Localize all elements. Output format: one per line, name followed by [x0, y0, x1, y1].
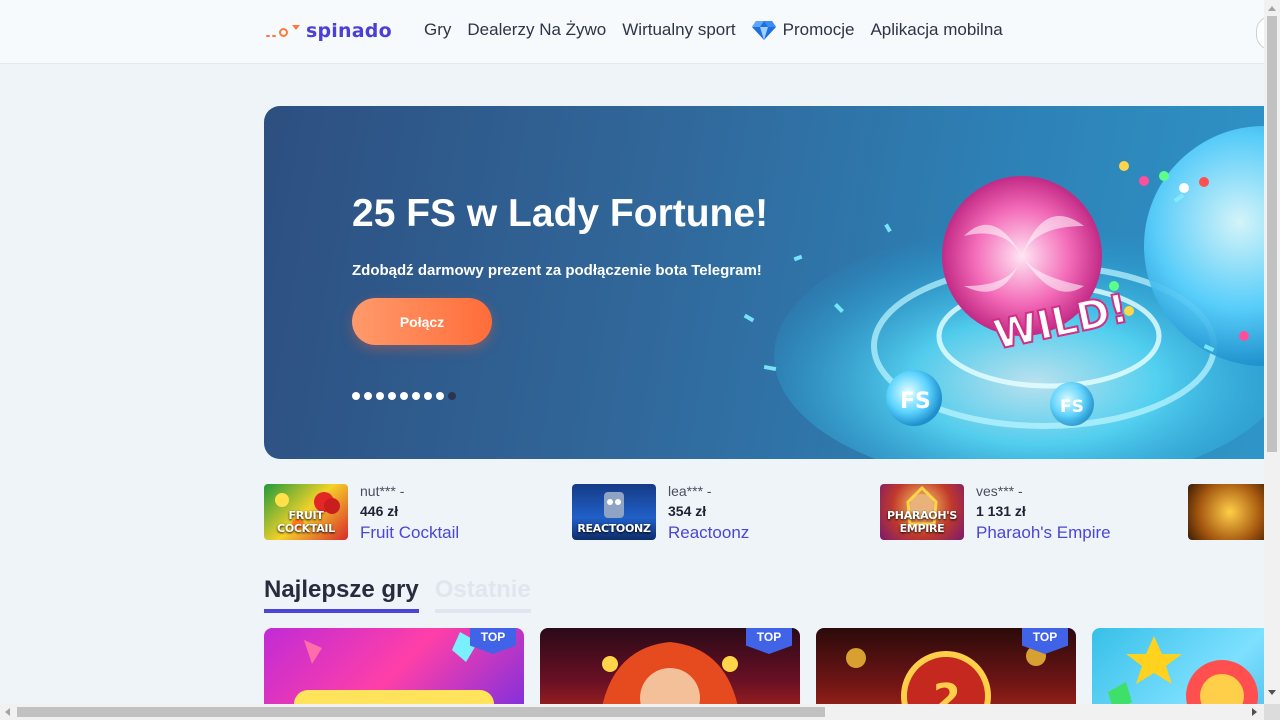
site-header: spinado Gry Dealerzy Na Żywo Wirtualny s…: [0, 0, 1280, 64]
main-nav: Gry Dealerzy Na Żywo Wirtualny sport Pro…: [424, 20, 1019, 40]
carousel-dot[interactable]: [424, 392, 432, 400]
carousel-dot[interactable]: [352, 392, 360, 400]
tab-recent[interactable]: Ostatnie: [434, 576, 531, 613]
tab-best-games[interactable]: Najlepsze gry: [264, 576, 419, 613]
winner-item[interactable]: PHARAOH'S EMPIRE ves*** - 1 131 zł Phara…: [880, 484, 1111, 541]
thumbnail-title: FRUIT COCKTAIL: [277, 509, 335, 535]
game-thumbnail[interactable]: [1188, 484, 1264, 540]
diamond-icon: [751, 21, 776, 40]
vertical-scroll-thumb[interactable]: [1267, 16, 1277, 452]
carousel-dot[interactable]: [364, 392, 372, 400]
logo-mark-icon: [264, 18, 300, 44]
nav-item-live-dealers[interactable]: Dealerzy Na Żywo: [467, 20, 606, 40]
nav-item-virtual-sport[interactable]: Wirtualny sport: [622, 20, 735, 40]
nav-item-games[interactable]: Gry: [424, 20, 451, 40]
scrollbar-corner: [1264, 704, 1280, 720]
fs-bubble-1: FS: [900, 389, 931, 414]
thumbnail-title: PHARAOH'S EMPIRE: [887, 509, 957, 535]
connect-button[interactable]: Połącz: [352, 298, 492, 345]
banner-title: 25 FS w Lady Fortune!: [352, 192, 769, 235]
carousel-dot-active[interactable]: [448, 392, 456, 400]
carousel-dot[interactable]: [400, 392, 408, 400]
games-tabs: Najlepsze gry Ostatnie: [264, 576, 531, 613]
carousel-dot[interactable]: [388, 392, 396, 400]
game-thumbnail[interactable]: REACTOONZ: [572, 484, 656, 540]
scroll-right-icon[interactable]: [1252, 708, 1257, 716]
nav-item-promotions[interactable]: Promocje: [751, 20, 855, 40]
winner-amount: 1 131 zł: [976, 503, 1026, 519]
horizontal-scrollbar[interactable]: [0, 704, 1264, 720]
game-thumbnail[interactable]: PHARAOH'S EMPIRE: [880, 484, 964, 540]
recent-winners: FRUIT COCKTAIL nut*** - 446 zł Fruit Coc…: [264, 484, 1264, 542]
winner-item[interactable]: REACTOONZ lea*** - 354 zł Reactoonz: [572, 484, 749, 541]
logo[interactable]: spinado: [264, 18, 392, 44]
game-card[interactable]: [1092, 628, 1264, 704]
game-card[interactable]: TOP: [540, 628, 800, 704]
logo-text: spinado: [306, 20, 392, 42]
thumbnail-title: REACTOONZ: [577, 522, 651, 535]
promo-banner[interactable]: WILD! FS FS 25 FS w Lady Fortune! Zdobąd…: [264, 106, 1264, 459]
scroll-left-icon[interactable]: [5, 708, 10, 716]
scroll-down-icon[interactable]: [1268, 690, 1276, 695]
fs-bubble-2: FS: [1060, 397, 1084, 417]
game-card[interactable]: 2 TOP: [816, 628, 1076, 704]
winner-user: ves*** -: [976, 484, 1023, 499]
winner-item[interactable]: [1188, 484, 1264, 540]
svg-text:2: 2: [933, 676, 961, 704]
winner-game-link[interactable]: Reactoonz: [668, 524, 749, 541]
scroll-up-icon[interactable]: [1268, 6, 1276, 11]
game-card[interactable]: TOP: [264, 628, 524, 704]
game-artwork: [1108, 636, 1258, 704]
winner-user: nut*** -: [360, 484, 405, 499]
winner-amount: 446 zł: [360, 503, 399, 519]
game-thumbnail[interactable]: FRUIT COCKTAIL: [264, 484, 348, 540]
horizontal-scroll-thumb[interactable]: [17, 707, 825, 717]
winner-game-link[interactable]: Fruit Cocktail: [360, 524, 459, 541]
carousel-dots: [352, 392, 456, 400]
banner-artwork: WILD! FS FS: [743, 126, 1264, 459]
winner-amount: 354 zł: [668, 503, 707, 519]
banner-subtitle: Zdobądź darmowy prezent za podłączenie b…: [352, 262, 762, 279]
nav-item-promotions-label: Promocje: [782, 20, 855, 39]
carousel-dot[interactable]: [376, 392, 384, 400]
games-grid: TOP TOP 2 TOP: [264, 628, 1264, 704]
carousel-dot[interactable]: [412, 392, 420, 400]
winner-item[interactable]: FRUIT COCKTAIL nut*** - 446 zł Fruit Coc…: [264, 484, 459, 541]
winner-user: lea*** -: [668, 484, 712, 499]
carousel-dot[interactable]: [436, 392, 444, 400]
winner-game-link[interactable]: Pharaoh's Empire: [976, 524, 1111, 541]
nav-item-mobile-app[interactable]: Aplikacja mobilna: [870, 20, 1002, 40]
vertical-scrollbar[interactable]: [1264, 0, 1280, 704]
